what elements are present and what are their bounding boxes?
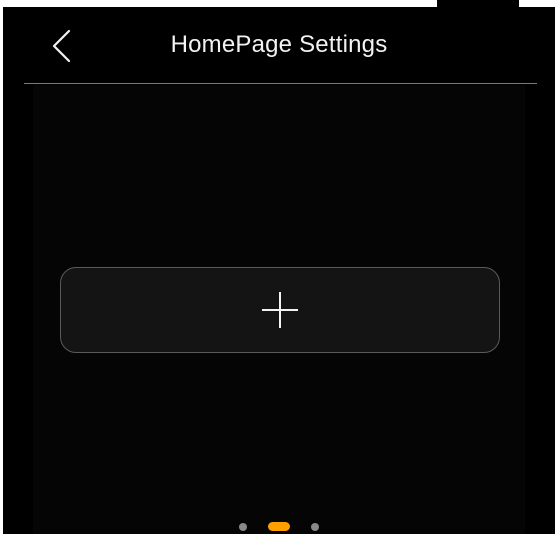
page-dot-1[interactable] (239, 523, 247, 531)
page-dot-active[interactable] (268, 522, 290, 531)
page-indicator (3, 521, 555, 531)
page-title: HomePage Settings (170, 31, 388, 58)
header-divider (24, 83, 537, 84)
header-bar: HomePage Settings (3, 7, 555, 85)
settings-screen: HomePage Settings (3, 7, 555, 534)
add-widget-button[interactable] (60, 267, 500, 353)
page-dot-3[interactable] (311, 523, 319, 531)
status-bar-notch (437, 0, 519, 7)
plus-icon (262, 292, 298, 328)
